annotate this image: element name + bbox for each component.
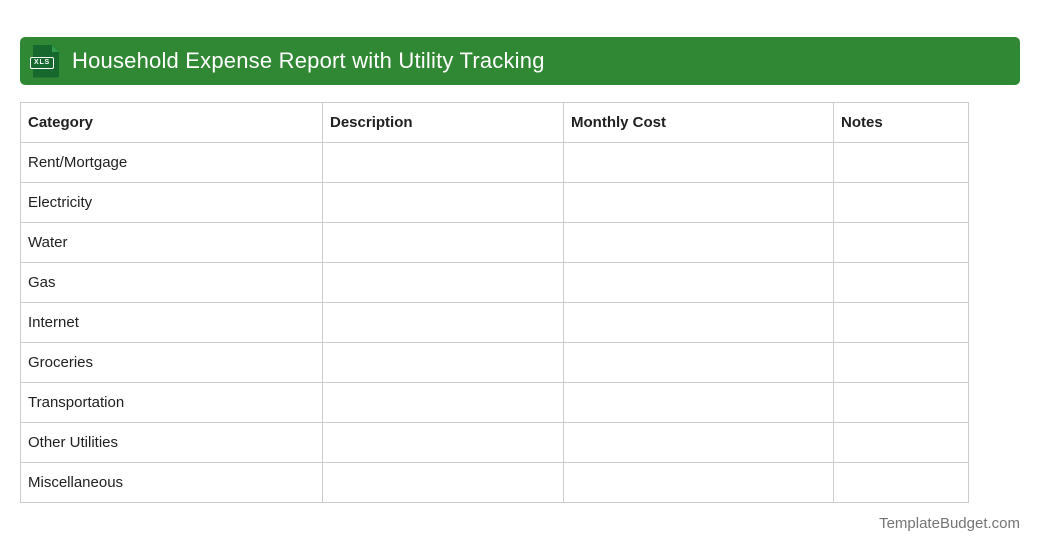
cell-category: Electricity [20, 182, 323, 223]
cell-notes [833, 342, 969, 383]
cell-notes [833, 142, 969, 183]
column-header-description: Description [322, 102, 564, 143]
cell-notes [833, 262, 969, 303]
cell-monthly-cost [563, 182, 834, 223]
cell-description [322, 262, 564, 303]
xls-badge-label: XLS [30, 56, 55, 69]
cell-category: Groceries [20, 342, 323, 383]
cell-notes [833, 382, 969, 423]
cell-monthly-cost [563, 142, 834, 183]
table-row: Rent/Mortgage [20, 142, 969, 183]
cell-description [322, 302, 564, 343]
cell-notes [833, 182, 969, 223]
cell-category: Gas [20, 262, 323, 303]
cell-category: Water [20, 222, 323, 263]
table-header-row: Category Description Monthly Cost Notes [20, 102, 969, 143]
table-row: Electricity [20, 182, 969, 223]
cell-monthly-cost [563, 262, 834, 303]
cell-monthly-cost [563, 422, 834, 463]
cell-monthly-cost [563, 462, 834, 503]
table-row: Miscellaneous [20, 462, 969, 503]
cell-category: Rent/Mortgage [20, 142, 323, 183]
cell-notes [833, 422, 969, 463]
cell-notes [833, 302, 969, 343]
cell-category: Other Utilities [20, 422, 323, 463]
cell-monthly-cost [563, 302, 834, 343]
cell-description [322, 222, 564, 263]
cell-monthly-cost [563, 382, 834, 423]
column-header-monthly-cost: Monthly Cost [563, 102, 834, 143]
cell-description [322, 462, 564, 503]
table-row: Water [20, 222, 969, 263]
cell-description [322, 142, 564, 183]
cell-monthly-cost [563, 222, 834, 263]
cell-description [322, 342, 564, 383]
xls-file-fold [52, 44, 59, 52]
cell-description [322, 422, 564, 463]
cell-monthly-cost [563, 342, 834, 383]
page-title: Household Expense Report with Utility Tr… [72, 48, 545, 73]
cell-notes [833, 462, 969, 503]
cell-category: Miscellaneous [20, 462, 323, 503]
cell-category: Transportation [20, 382, 323, 423]
cell-category: Internet [20, 302, 323, 343]
cell-description [322, 182, 564, 223]
table-row: Groceries [20, 342, 969, 383]
template-preview-page: XLS Household Expense Report with Utilit… [0, 0, 1040, 560]
xls-file-icon: XLS [30, 44, 59, 78]
table-row: Internet [20, 302, 969, 343]
cell-description [322, 382, 564, 423]
column-header-category: Category [20, 102, 323, 143]
title-banner: XLS Household Expense Report with Utilit… [20, 37, 1020, 85]
cell-notes [833, 222, 969, 263]
table-row: Other Utilities [20, 422, 969, 463]
footer-brand-text: TemplateBudget.com [879, 515, 1020, 532]
expense-table: Category Description Monthly Cost Notes … [20, 102, 969, 503]
table-row: Gas [20, 262, 969, 303]
column-header-notes: Notes [833, 102, 969, 143]
table-row: Transportation [20, 382, 969, 423]
